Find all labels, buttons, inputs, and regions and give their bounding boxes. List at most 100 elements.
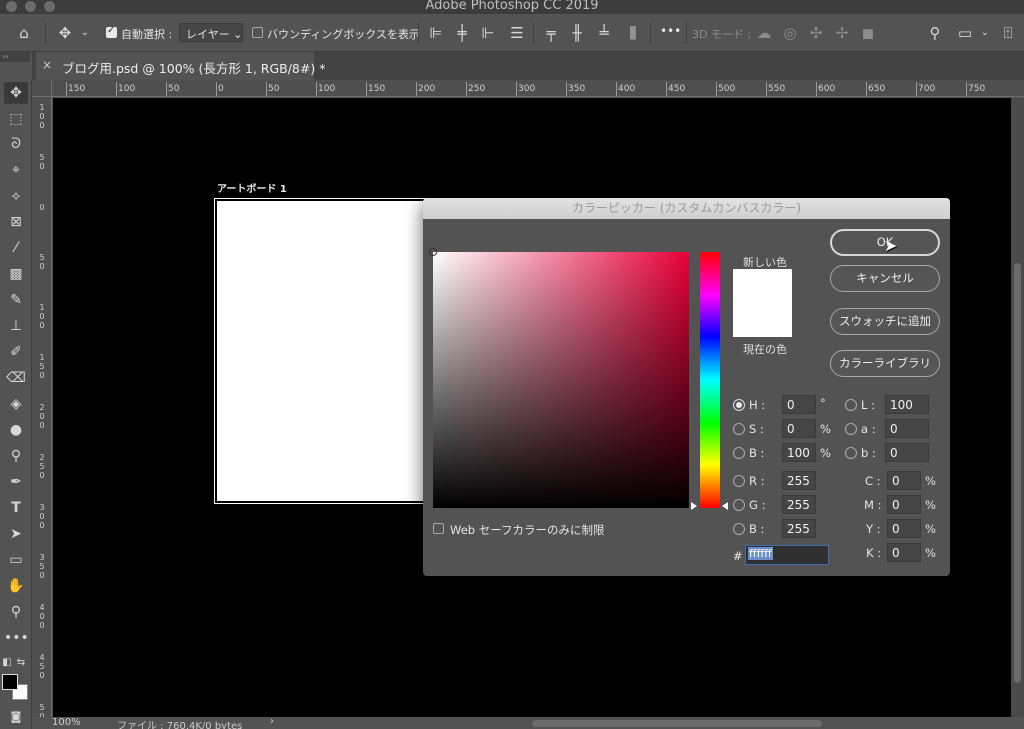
vertical-ruler[interactable]: 1 0 0 5 0 0 5 0 1 0 0 1 5 0 2 0 0 2 5 0 3 0 0 3 5…	[32, 97, 52, 717]
green-radio[interactable]	[733, 499, 745, 511]
paint-bucket-tool-icon[interactable]: ◈	[4, 393, 28, 415]
ruler-tick-label: 5 0 0	[39, 703, 45, 717]
zoom-tool-icon[interactable]: ⚲	[4, 601, 28, 623]
yellow-input[interactable]: 0	[887, 519, 921, 538]
current-color-swatch[interactable]	[733, 303, 792, 337]
chevron-down-icon[interactable]: ⌄	[980, 24, 990, 42]
a-channel-input[interactable]: 0	[885, 419, 929, 438]
eraser-tool-icon[interactable]: ⌫	[4, 367, 28, 389]
align-bottom-icon[interactable]: ╧	[594, 24, 614, 42]
close-tab-icon[interactable]: ×	[42, 58, 52, 72]
auto-select-dropdown[interactable]: レイヤー ⌄	[179, 23, 243, 42]
hue-radio[interactable]	[733, 399, 745, 411]
cyan-input[interactable]: 0	[887, 471, 921, 490]
black-input[interactable]: 0	[887, 543, 921, 562]
add-to-swatches-button[interactable]: スウォッチに追加	[830, 308, 940, 335]
marquee-tool-icon[interactable]: ⬚	[4, 108, 28, 130]
move-tool-icon[interactable]: ✥	[4, 82, 28, 104]
panel-collapse-strip[interactable]: ››	[0, 52, 30, 62]
path-select-tool-icon[interactable]: ➤	[4, 523, 28, 545]
eyedropper-tool-icon[interactable]: ⁄	[4, 237, 28, 259]
3d-camera-icon[interactable]: ◼	[858, 24, 878, 42]
3d-roll-icon[interactable]: ◎	[780, 24, 800, 42]
align-left-icon[interactable]: ⊫	[426, 24, 446, 42]
stamp-tool-icon[interactable]: ⊥	[4, 315, 28, 337]
vertical-scrollbar[interactable]	[1011, 98, 1024, 717]
red-input[interactable]: 255	[782, 471, 816, 490]
color-picker-dialog: カラーピッカー (カスタムカンバスカラー) 新しい色 現在の色 OK キャンセル…	[423, 198, 950, 576]
document-tab[interactable]: × ブログ用.psd @ 100% (長方形 1, RGB/8#) *	[36, 52, 325, 80]
chevron-right-icon[interactable]: ›	[270, 716, 274, 727]
default-colors-icon[interactable]: ◧	[0, 652, 14, 674]
align-center-icon[interactable]: ╪	[452, 24, 472, 42]
zoom-level[interactable]: 100%	[52, 717, 81, 728]
quick-mask-icon[interactable]: ◙	[4, 706, 28, 728]
quick-select-tool-icon[interactable]: ⌖	[4, 159, 28, 181]
horizontal-ruler[interactable]: 150 100 50 0 50 100 150 200 250 300 350 400 450 500 55…	[52, 80, 1024, 97]
align-middle-icon[interactable]: ╫	[567, 24, 587, 42]
type-tool-icon[interactable]: T	[4, 497, 28, 519]
hex-input[interactable]: ffffff	[745, 545, 829, 565]
saturation-brightness-field[interactable]	[429, 248, 689, 508]
bounding-box-checkbox[interactable]	[252, 27, 263, 38]
frame-tool-icon[interactable]: ⊠	[4, 211, 28, 233]
3d-slide-icon[interactable]: ✢	[832, 24, 852, 42]
chevron-down-icon[interactable]: ⌄	[79, 24, 91, 42]
hex-label: #	[733, 549, 743, 563]
search-icon[interactable]: ⚲	[925, 24, 945, 42]
align-top-icon[interactable]: ╤	[541, 24, 561, 42]
scrollbar-thumb[interactable]	[1014, 263, 1021, 683]
move-tool-icon[interactable]: ✥	[55, 24, 75, 42]
crop-tool-icon[interactable]: ⟡	[4, 185, 28, 207]
lasso-tool-icon[interactable]: ᘐ	[4, 133, 28, 155]
dodge-tool-icon[interactable]: ⚲	[4, 445, 28, 467]
3d-orbit-icon[interactable]: ☁	[754, 24, 774, 42]
more-options-icon[interactable]: •••	[660, 24, 681, 38]
pen-tool-icon[interactable]: ✒	[4, 471, 28, 493]
lightness-input[interactable]: 100	[885, 395, 929, 414]
hue-slider-handle-left[interactable]	[691, 502, 697, 510]
cancel-button[interactable]: キャンセル	[830, 265, 940, 292]
rectangle-tool-icon[interactable]: ▭	[4, 549, 28, 571]
3d-pan-icon[interactable]: ✣	[806, 24, 826, 42]
align-right-icon[interactable]: ⊩	[478, 24, 498, 42]
color-field-cursor[interactable]	[429, 248, 437, 256]
home-icon[interactable]: ⌂	[14, 24, 34, 42]
saturation-input[interactable]: 0	[782, 419, 816, 438]
b-channel-radio[interactable]	[845, 447, 857, 459]
horizontal-scrollbar-thumb[interactable]	[532, 720, 822, 727]
blue-radio[interactable]	[733, 523, 745, 535]
hue-input[interactable]: 0	[782, 395, 816, 414]
artboard[interactable]	[214, 198, 435, 504]
magenta-input[interactable]: 0	[887, 495, 921, 514]
blue-input[interactable]: 255	[782, 519, 816, 538]
swap-colors-icon[interactable]: ⇆	[14, 652, 28, 674]
green-input[interactable]: 255	[782, 495, 816, 514]
hand-tool-icon[interactable]: ✋	[4, 575, 28, 597]
healing-brush-tool-icon[interactable]: ▩	[4, 263, 28, 285]
web-safe-checkbox[interactable]	[433, 523, 444, 534]
hue-slider-handle-right[interactable]	[722, 502, 728, 510]
brightness-input[interactable]: 100	[782, 443, 816, 462]
foreground-color-swatch[interactable]	[2, 674, 18, 690]
history-brush-tool-icon[interactable]: ✐	[4, 341, 28, 363]
artboard-label[interactable]: アートボード 1	[217, 180, 287, 195]
distribute-vertical-icon[interactable]: ⫼	[623, 24, 643, 42]
blur-tool-icon[interactable]: ●	[4, 419, 28, 441]
brightness-radio[interactable]	[733, 447, 745, 459]
lightness-radio[interactable]	[845, 399, 857, 411]
a-channel-radio[interactable]	[845, 423, 857, 435]
ruler-origin[interactable]	[32, 80, 52, 97]
auto-select-checkbox[interactable]	[106, 25, 117, 38]
more-tools-icon[interactable]: •••	[4, 627, 29, 649]
hue-slider[interactable]	[700, 252, 720, 508]
saturation-radio[interactable]	[733, 423, 745, 435]
share-icon[interactable]: ⍐	[998, 24, 1018, 42]
workspace-icon[interactable]: ▭	[955, 24, 975, 42]
distribute-icon[interactable]: ☰	[507, 24, 527, 42]
b-channel-input[interactable]: 0	[885, 443, 929, 462]
color-libraries-button[interactable]: カラーライブラリ	[830, 350, 940, 377]
brush-tool-icon[interactable]: ✎	[4, 289, 28, 311]
red-radio[interactable]	[733, 475, 745, 487]
dialog-title[interactable]: カラーピッカー (カスタムカンバスカラー)	[423, 198, 950, 219]
